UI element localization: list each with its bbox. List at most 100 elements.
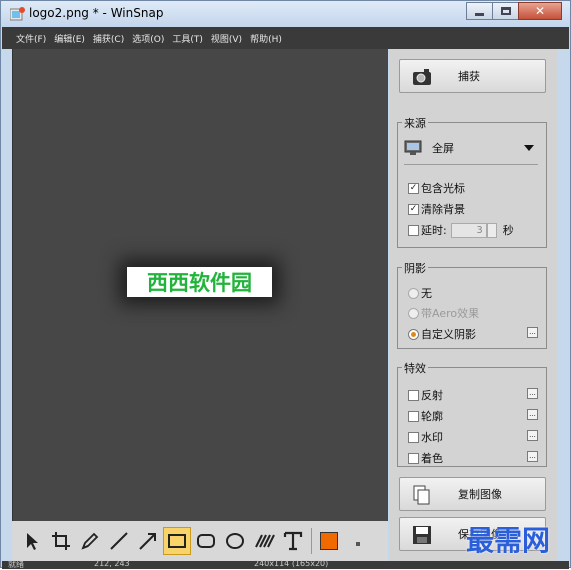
capture-button[interactable]: 捕获 xyxy=(399,59,546,93)
shadow-title: 阴影 xyxy=(402,260,428,276)
status-state: 就绪 xyxy=(8,560,24,569)
camera-icon xyxy=(413,69,431,85)
line-tool[interactable] xyxy=(105,527,133,555)
shadow-none-radio-circle xyxy=(408,287,419,299)
rounded-rectangle-icon xyxy=(197,534,215,548)
text-icon xyxy=(283,531,303,551)
menu-view[interactable]: 视图(V) xyxy=(211,32,242,45)
copy-image-label: 复制图像 xyxy=(458,488,502,501)
shadow-aero-radio-circle xyxy=(408,307,419,319)
winsnap-window: logo2.png * - WinSnap ✕ 文件(F) 编辑(E) 捕获(C… xyxy=(0,0,571,569)
clear-background-label: 清除背景 xyxy=(421,203,465,216)
source-mode-select[interactable]: 全屏 xyxy=(404,137,536,159)
menu-capture[interactable]: 捕获(C) xyxy=(93,32,124,45)
winsnap-app-icon xyxy=(10,7,25,21)
ellipse-icon xyxy=(226,533,244,549)
close-button[interactable]: ✕ xyxy=(518,2,562,20)
color-swatch xyxy=(320,532,338,550)
hatch-tool[interactable] xyxy=(250,527,278,555)
include-cursor-checkbox[interactable]: ✓ 包含光标 xyxy=(408,180,465,196)
clear-background-check: ✓ xyxy=(408,203,419,215)
effect-watermark-label: 水印 xyxy=(421,431,443,444)
minimize-icon xyxy=(475,13,484,16)
include-cursor-check: ✓ xyxy=(408,182,419,194)
delay-checkbox[interactable]: 延时: 3 秒 xyxy=(408,222,514,238)
effect-watermark-settings-button[interactable]: ... xyxy=(527,430,538,441)
image-canvas[interactable]: 西西软件园 xyxy=(12,49,388,521)
chevron-down-icon xyxy=(524,145,534,151)
ellipse-tool[interactable] xyxy=(221,527,249,555)
source-title: 来源 xyxy=(402,115,428,131)
shadow-group: 阴影 无 带Aero效果 自定义阴影 ... xyxy=(397,260,547,349)
text-tool[interactable] xyxy=(279,527,307,555)
effect-reflection-label: 反射 xyxy=(421,389,443,402)
shadow-aero-label: 带Aero效果 xyxy=(421,307,480,320)
rectangle-tool[interactable] xyxy=(163,527,191,555)
rounded-rectangle-tool[interactable] xyxy=(192,527,220,555)
delay-stepper-buttons[interactable] xyxy=(486,222,497,238)
copy-icon xyxy=(413,485,430,505)
menu-file[interactable]: 文件(F) xyxy=(16,32,46,45)
rectangle-icon xyxy=(168,534,186,548)
hatch-icon xyxy=(255,534,275,548)
logo-text: 西西软件园 xyxy=(147,271,252,295)
shadow-none-radio[interactable]: 无 xyxy=(408,285,432,301)
effect-outline-check xyxy=(408,410,419,422)
clear-background-checkbox[interactable]: ✓ 清除背景 xyxy=(408,201,465,217)
delay-unit: 秒 xyxy=(502,224,514,237)
arrow-icon xyxy=(139,533,156,550)
shadow-custom-radio[interactable]: 自定义阴影 xyxy=(408,326,476,342)
shadow-custom-radio-circle xyxy=(408,328,419,340)
line-width-picker[interactable] xyxy=(344,527,372,555)
effect-outline-settings-button[interactable]: ... xyxy=(527,409,538,420)
crop-tool[interactable] xyxy=(47,527,75,555)
capture-label: 捕获 xyxy=(458,70,480,83)
maximize-button[interactable] xyxy=(492,2,518,20)
color-picker[interactable] xyxy=(315,527,343,555)
source-divider xyxy=(404,164,538,165)
pen-tool[interactable] xyxy=(76,527,104,555)
effect-colorize-label: 着色 xyxy=(421,452,443,465)
delay-check xyxy=(408,224,419,236)
shadow-aero-radio[interactable]: 带Aero效果 xyxy=(408,305,479,321)
delay-spinner[interactable]: 3 xyxy=(450,222,487,238)
line-icon xyxy=(110,532,128,550)
title-bar[interactable]: logo2.png * - WinSnap ✕ xyxy=(1,1,570,27)
site-watermark: 最需网 xyxy=(466,524,551,557)
effect-reflection-settings-button[interactable]: ... xyxy=(527,388,538,399)
copy-image-button[interactable]: 复制图像 xyxy=(399,477,546,511)
arrow-tool[interactable] xyxy=(134,527,162,555)
effects-title: 特效 xyxy=(402,360,428,376)
pointer-icon xyxy=(27,533,38,550)
status-size: 240x114 (165x20) xyxy=(254,559,329,568)
pointer-tool[interactable] xyxy=(18,527,46,555)
monitor-icon xyxy=(404,140,422,155)
effect-watermark-check xyxy=(408,431,419,443)
minimize-button[interactable] xyxy=(466,2,492,20)
effect-outline-checkbox[interactable]: 轮廓 xyxy=(408,408,443,424)
toolbar-separator xyxy=(311,528,312,554)
line-width-icon xyxy=(356,542,360,546)
effects-group: 特效 反射 ... 轮廓 ... 水印 ... 着色 ... xyxy=(397,360,547,467)
menu-tools[interactable]: 工具(T) xyxy=(172,32,203,45)
delay-label: 延时: xyxy=(421,224,447,237)
include-cursor-label: 包含光标 xyxy=(421,182,465,195)
source-group: 来源 全屏 ✓ 包含光标 ✓ 清除背景 延时: 3 秒 xyxy=(397,115,547,248)
effect-watermark-checkbox[interactable]: 水印 xyxy=(408,429,443,445)
shadow-settings-button[interactable]: ... xyxy=(527,327,538,338)
effect-reflection-checkbox[interactable]: 反射 xyxy=(408,387,443,403)
maximize-icon xyxy=(501,7,511,15)
menu-options[interactable]: 选项(O) xyxy=(132,32,164,45)
close-icon: ✕ xyxy=(534,4,546,18)
effect-colorize-settings-button[interactable]: ... xyxy=(527,451,538,462)
pen-icon xyxy=(81,532,99,550)
menu-edit[interactable]: 编辑(E) xyxy=(54,32,85,45)
floppy-disk-icon xyxy=(413,526,431,544)
menu-help[interactable]: 帮助(H) xyxy=(250,32,282,45)
shadow-custom-label: 自定义阴影 xyxy=(421,328,476,341)
effect-reflection-check xyxy=(408,389,419,401)
source-mode-value: 全屏 xyxy=(432,142,454,155)
menu-bar: 文件(F) 编辑(E) 捕获(C) 选项(O) 工具(T) 视图(V) 帮助(H… xyxy=(2,27,569,49)
effect-colorize-checkbox[interactable]: 着色 xyxy=(408,450,443,466)
captured-logo-image: 西西软件园 xyxy=(127,267,272,297)
